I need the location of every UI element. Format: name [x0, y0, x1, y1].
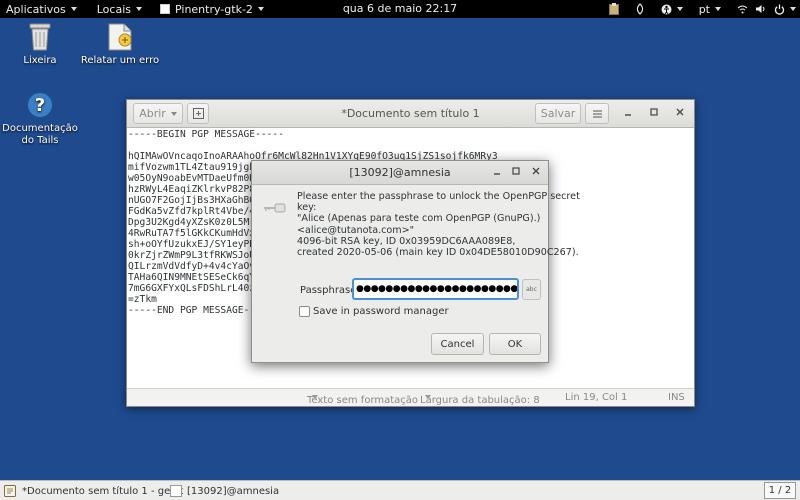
maximize-button[interactable] — [647, 107, 661, 120]
close-button[interactable] — [673, 107, 687, 120]
message-line: "Alice (Apenas para teste com OpenPGP (G… — [297, 213, 541, 225]
menu-icon — [592, 110, 602, 117]
statusbar: Texto sem formatação Largura da tabulaçã… — [127, 388, 694, 406]
minimize-icon — [625, 114, 631, 116]
applications-label: Aplicativos — [6, 2, 66, 16]
volume-icon — [756, 5, 765, 13]
taskbar: *Documento sem título 1 - gedit [13092]@… — [0, 480, 800, 500]
tab-width-label: Largura da tabulação: 8 — [420, 395, 540, 406]
ok-button[interactable]: OK — [489, 333, 541, 355]
maximize-icon — [512, 167, 520, 175]
applications-menu[interactable]: Aplicativos — [0, 0, 83, 18]
gedit-icon — [4, 485, 16, 497]
message-line: 4096-bit RSA key, ID 0x03959DC6AAA089E8, — [297, 235, 516, 247]
dialog-titlebar: [13092]@amnesia — [252, 161, 548, 185]
save-button[interactable]: Salvar — [535, 103, 581, 124]
accessibility-menu[interactable] — [661, 4, 683, 15]
power-icon — [774, 4, 785, 15]
minimize-icon — [494, 173, 500, 175]
task-gedit[interactable]: *Documento sem título 1 - gedit — [4, 482, 183, 500]
desktop-icon-label: Documentação do Tails — [2, 123, 78, 146]
chevron-down-icon — [136, 7, 142, 11]
window-icon — [160, 4, 170, 14]
places-label: Locais — [96, 2, 131, 16]
top-panel: Aplicativos Locais Pinentry-gtk-2 qua 6 … — [0, 0, 800, 18]
desktop-icon-report-bug[interactable]: Relatar um erro — [80, 22, 160, 67]
dialog-maximize-button[interactable] — [509, 166, 523, 179]
onion-icon[interactable] — [635, 3, 645, 15]
chevron-down-icon — [676, 7, 683, 11]
gedit-headerbar: Abrir *Documento sem título 1 Salvar — [127, 100, 694, 128]
language-label: pt — [698, 2, 710, 16]
desktop-icon-docs[interactable]: ? Documentação do Tails — [0, 90, 80, 147]
task-label: [13092]@amnesia — [187, 485, 280, 497]
chevron-down-icon — [425, 395, 431, 399]
chevron-down-icon — [312, 395, 318, 399]
hamburger-menu-button[interactable] — [585, 103, 609, 124]
task-pinentry[interactable]: [13092]@amnesia — [170, 482, 279, 500]
show-passphrase-button[interactable]: abc — [522, 279, 541, 300]
wifi-icon — [737, 5, 748, 14]
app-menu-label: Pinentry-gtk-2 — [175, 2, 253, 16]
workspace-pager[interactable]: 1 / 2 — [764, 482, 796, 499]
save-password-label[interactable]: Save in password manager — [313, 306, 449, 317]
message-line: key: — [297, 202, 317, 214]
cursor-position: Lin 19, Col 1 — [565, 392, 628, 403]
close-icon — [676, 108, 684, 116]
app-menu[interactable]: Pinentry-gtk-2 — [154, 0, 270, 18]
save-password-checkbox[interactable] — [299, 306, 310, 317]
key-icon — [264, 203, 286, 213]
dialog-message: Please enter the passphrase to unlock th… — [297, 191, 580, 259]
message-line: created 2020-05-06 (main key ID 0x04DE58… — [297, 247, 579, 259]
trash-icon — [29, 23, 51, 51]
editor-line: -----BEGIN PGP MESSAGE----- — [128, 129, 284, 140]
language-menu[interactable]: pt — [699, 3, 721, 16]
system-tray: pt — [601, 0, 800, 18]
clipboard-icon[interactable] — [608, 3, 619, 15]
places-menu[interactable]: Locais — [91, 0, 148, 18]
chevron-down-icon — [70, 7, 77, 11]
chevron-down-icon — [715, 7, 721, 11]
format-label: Texto sem formatação — [307, 395, 419, 406]
report-bug-icon — [108, 23, 132, 51]
system-menu[interactable] — [737, 4, 796, 15]
save-label: Salvar — [540, 107, 576, 120]
task-label: *Documento sem título 1 - gedit — [22, 485, 184, 497]
passphrase-input[interactable]: ●●●●●●●●●●●●●●●●●●●●●●●●●●●●●● — [352, 278, 519, 300]
window-icon — [170, 485, 182, 497]
minimize-button[interactable] — [621, 107, 635, 120]
clock[interactable]: qua 6 de maio 22:17 — [343, 2, 457, 15]
desktop-icon-label: Relatar um erro — [80, 55, 160, 66]
help-icon: ? — [26, 91, 54, 119]
pinentry-dialog: [13092]@amnesia Please enter the passphr… — [251, 160, 580, 363]
passphrase-label: Passphrase: — [300, 285, 360, 296]
message-line: Please enter the passphrase to unlock th… — [297, 191, 580, 202]
desktop-icon-trash[interactable]: Lixeira — [0, 22, 80, 67]
cancel-button[interactable]: Cancel — [431, 333, 484, 355]
maximize-icon — [650, 108, 658, 116]
close-icon — [532, 167, 540, 175]
svg-text:?: ? — [35, 95, 45, 116]
accessibility-icon — [661, 4, 672, 14]
dialog-minimize-button[interactable] — [490, 166, 504, 179]
message-line: <alice@tutanota.com>" — [297, 224, 415, 236]
chevron-down-icon — [790, 7, 796, 11]
chevron-down-icon — [257, 7, 264, 11]
dialog-close-button[interactable] — [529, 166, 543, 179]
insert-mode: INS — [668, 392, 685, 403]
desktop-icon-label: Lixeira — [23, 55, 57, 66]
